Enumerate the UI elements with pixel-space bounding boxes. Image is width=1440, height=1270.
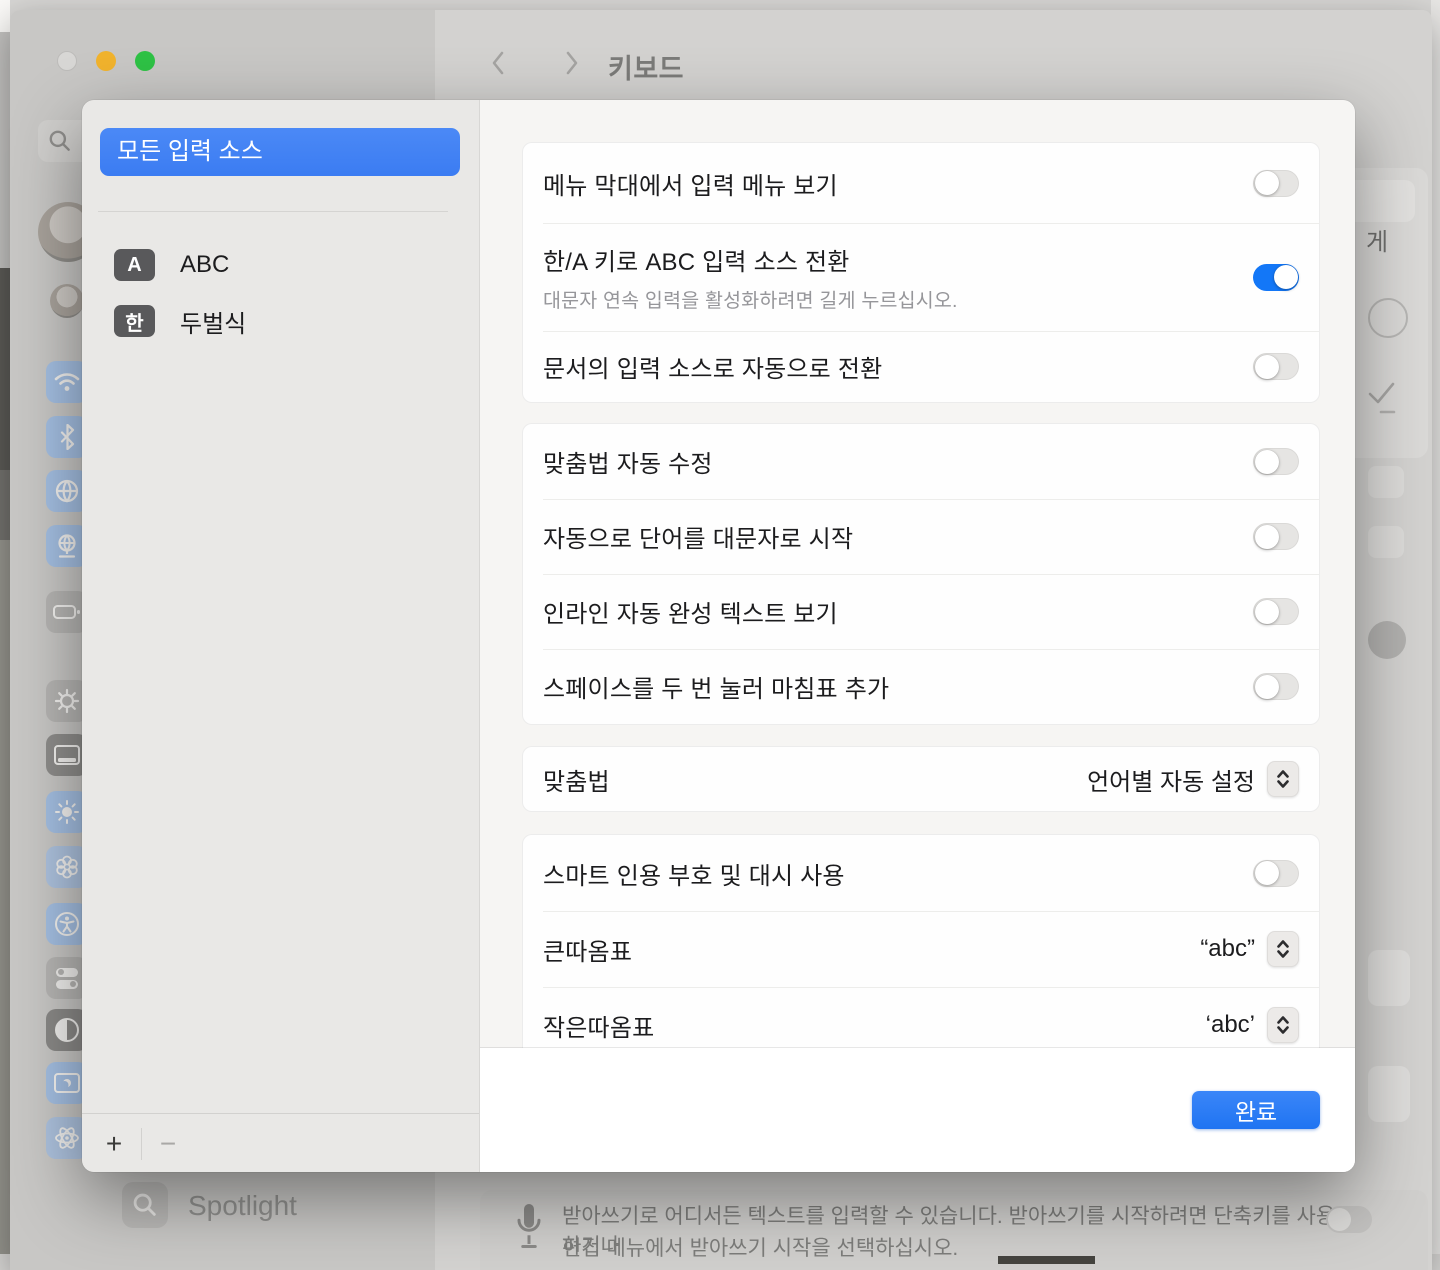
input-source-badge: A	[114, 249, 155, 281]
search-icon	[47, 128, 73, 154]
setting-row: 인라인 자동 완성 텍스트 보기	[523, 574, 1319, 649]
setting-subtitle: 대문자 연속 입력을 활성화하려면 길게 누르십시오.	[543, 284, 958, 313]
setting-row: 맞춤법 언어별 자동 설정	[523, 747, 1319, 811]
setting-label: 문서의 입력 소스로 자동으로 전환	[543, 349, 882, 384]
dictation-description-line2: 편집 메뉴에서 받아쓰기 시작을 선택하십시오.	[562, 1232, 1352, 1262]
settings-group-input-menu: 메뉴 막대에서 입력 메뉴 보기 한/A 키로 ABC 입력 소스 전환 대문자…	[522, 142, 1320, 403]
setting-row: 스페이스를 두 번 눌러 마침표 추가	[523, 649, 1319, 724]
back-icon	[488, 50, 508, 76]
divider	[141, 1128, 142, 1160]
background-text-fragment: 게	[1366, 222, 1388, 257]
setting-row: 메뉴 막대에서 입력 메뉴 보기	[523, 143, 1319, 223]
desktop-edge-left	[0, 0, 10, 1254]
minimize-button[interactable]	[96, 51, 116, 71]
toggle-knob	[1255, 171, 1279, 195]
list-item-abc[interactable]: A ABC	[114, 249, 229, 281]
setting-label: 맞춤법	[543, 762, 610, 797]
setting-row: 맞춤법 자동 수정	[523, 424, 1319, 499]
popup-value: “abc”	[1200, 935, 1255, 963]
spelling-popup[interactable]: 언어별 자동 설정	[1087, 761, 1299, 797]
close-button[interactable]	[57, 51, 77, 71]
chevron-up-down-icon	[1267, 931, 1299, 967]
input-source-label: 두벌식	[180, 304, 246, 339]
background-stepper-fragment	[1368, 466, 1404, 498]
smart-quotes-toggle[interactable]	[1253, 860, 1299, 887]
list-item-dubeolsik[interactable]: 한 두벌식	[114, 305, 246, 337]
toggle-knob	[1255, 450, 1279, 474]
inline-predictive-text-toggle[interactable]	[1253, 598, 1299, 625]
screen: { "window": { "title": "키보드" }, "backgro…	[0, 0, 1440, 1254]
auto-switch-input-toggle[interactable]	[1253, 353, 1299, 380]
background-chip-fragment	[1368, 950, 1410, 1006]
background-circle-fragment	[1368, 621, 1406, 659]
page-title: 키보드	[608, 47, 684, 86]
setting-label: 스마트 인용 부호 및 대시 사용	[543, 856, 845, 891]
input-source-badge: 한	[114, 305, 155, 337]
family-avatar-1	[50, 284, 84, 318]
settings-group-typing: 맞춤법 자동 수정 자동으로 단어를 대문자로 시작 인라인 자동 완성 텍스트…	[522, 423, 1320, 725]
microphone-icon	[514, 1200, 544, 1258]
desktop-edge-right	[1431, 0, 1440, 1254]
setting-label: 맞춤법 자동 수정	[543, 444, 713, 479]
setting-label: 큰따옴표	[543, 932, 632, 967]
setting-row: 스마트 인용 부호 및 대시 사용	[523, 835, 1319, 911]
modal-sidebar: 모든 입력 소스 A ABC 한 두벌식 + −	[82, 100, 480, 1172]
spotlight-icon	[122, 1182, 168, 1228]
chevron-up-down-icon	[1267, 761, 1299, 797]
chevron-up-down-icon	[1267, 1007, 1299, 1043]
background-window-fragment	[998, 1256, 1095, 1264]
settings-group-quotes: 스마트 인용 부호 및 대시 사용 큰따옴표 “abc” 작은따옴표 ‘abc’	[522, 834, 1320, 1064]
single-quote-popup[interactable]: ‘abc’	[1206, 1007, 1299, 1043]
setting-label: 한/A 키로 ABC 입력 소스 전환	[543, 242, 958, 277]
modal-content: 메뉴 막대에서 입력 메뉴 보기 한/A 키로 ABC 입력 소스 전환 대문자…	[480, 100, 1355, 1172]
modal-footer: 완료	[480, 1048, 1355, 1172]
remove-input-source-button[interactable]: −	[148, 1114, 188, 1172]
background-circle-fragment	[1368, 298, 1408, 338]
setting-label: 자동으로 단어를 대문자로 시작	[543, 519, 853, 554]
dictation-section: 받아쓰기로 어디서든 텍스트를 입력할 수 있습니다. 받아쓰기를 시작하려면 …	[480, 1190, 1428, 1270]
setting-label: 작은따옴표	[543, 1008, 654, 1043]
sidebar-item-spotlight: Spotlight	[188, 1190, 297, 1222]
setting-row: 큰따옴표 “abc”	[523, 911, 1319, 987]
input-sources-modal: 모든 입력 소스 A ABC 한 두벌식 + − 메뉴 막대에서 입력 메뉴 보…	[82, 100, 1355, 1172]
sidebar-item-all-input-sources[interactable]: 모든 입력 소스	[100, 128, 460, 176]
setting-row: 한/A 키로 ABC 입력 소스 전환 대문자 연속 입력을 활성화하려면 길게…	[523, 223, 1319, 331]
toggle-knob	[1328, 1208, 1351, 1231]
settings-group-spelling: 맞춤법 언어별 자동 설정	[522, 746, 1320, 812]
toggle-knob	[1255, 525, 1279, 549]
popup-value: 언어별 자동 설정	[1087, 762, 1255, 797]
setting-label: 스페이스를 두 번 눌러 마침표 추가	[543, 669, 889, 704]
toggle-knob	[1274, 265, 1298, 289]
input-source-label: ABC	[180, 251, 229, 279]
zoom-button[interactable]	[135, 51, 155, 71]
toggle-knob	[1255, 861, 1279, 885]
sidebar-footer: + −	[82, 1113, 479, 1172]
add-input-source-button[interactable]: +	[94, 1114, 134, 1172]
background-chip-fragment	[1368, 1066, 1410, 1122]
autocorrect-toggle[interactable]	[1253, 448, 1299, 475]
double-space-period-toggle[interactable]	[1253, 673, 1299, 700]
toggle-knob	[1255, 355, 1279, 379]
double-quote-popup[interactable]: “abc”	[1200, 931, 1299, 967]
toggle-knob	[1255, 600, 1279, 624]
forward-icon	[562, 50, 582, 76]
background-check-fragment	[1366, 378, 1400, 418]
popup-value: ‘abc’	[1206, 1011, 1255, 1039]
toggle-knob	[1255, 675, 1279, 699]
setting-row: 문서의 입력 소스로 자동으로 전환	[523, 331, 1319, 402]
setting-label: 인라인 자동 완성 텍스트 보기	[543, 594, 838, 629]
done-button[interactable]: 완료	[1192, 1091, 1320, 1129]
show-input-menu-toggle[interactable]	[1253, 170, 1299, 197]
caps-lock-switch-toggle[interactable]	[1253, 264, 1299, 291]
auto-capitalize-toggle[interactable]	[1253, 523, 1299, 550]
background-stepper-fragment	[1368, 526, 1404, 558]
dictation-toggle	[1326, 1206, 1372, 1233]
divider	[98, 211, 448, 212]
setting-row: 자동으로 단어를 대문자로 시작	[523, 499, 1319, 574]
setting-label: 메뉴 막대에서 입력 메뉴 보기	[543, 166, 838, 201]
